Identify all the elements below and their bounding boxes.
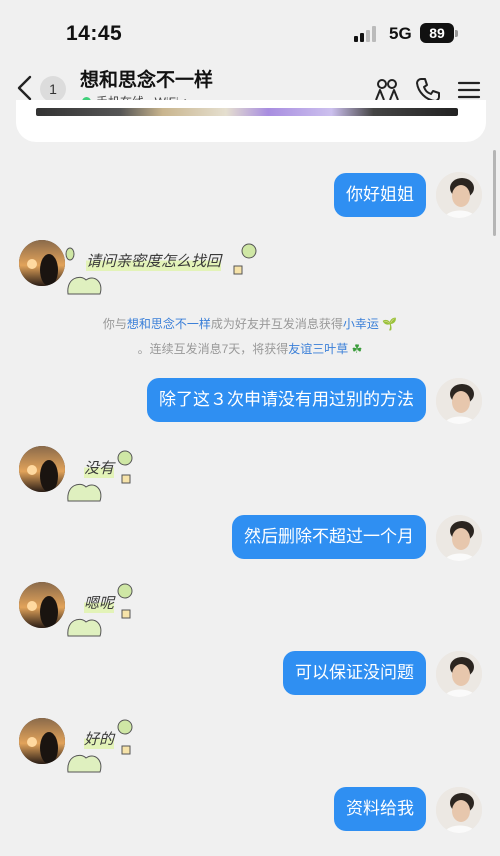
scrollbar[interactable] bbox=[493, 150, 496, 236]
avatar[interactable] bbox=[436, 651, 482, 697]
avatar[interactable] bbox=[19, 718, 65, 764]
pinned-media-thumbnails bbox=[36, 108, 458, 116]
avatar[interactable] bbox=[436, 515, 482, 561]
unread-count-badge[interactable]: 1 bbox=[40, 76, 66, 102]
clover-icon: ☘ bbox=[348, 342, 363, 356]
status-time: 14:45 bbox=[66, 22, 123, 45]
message-bubble-outgoing[interactable]: 你好姐姐 bbox=[334, 173, 426, 217]
avatar[interactable] bbox=[436, 172, 482, 218]
notice-name-link[interactable]: 想和思念不一样 bbox=[127, 317, 211, 331]
message-bubble-outgoing[interactable]: 除了这３次申请没有用过别的方法 bbox=[147, 378, 426, 422]
sticker-message[interactable]: 好的 bbox=[64, 716, 144, 776]
sticker-text: 没有 bbox=[84, 457, 115, 478]
sprout-icon: 🌱 bbox=[378, 317, 398, 331]
avatar[interactable] bbox=[436, 378, 482, 424]
sticker-text: 嗯呢 bbox=[84, 592, 115, 613]
sticker-message[interactable]: 请问亲密度怎么找回 bbox=[64, 238, 264, 298]
avatar[interactable] bbox=[19, 446, 65, 492]
network-type: 5G bbox=[389, 24, 412, 43]
sticker-text: 请问亲密度怎么找回 bbox=[86, 250, 222, 271]
signal-icon bbox=[354, 26, 380, 42]
notice-text: 你与 bbox=[102, 317, 127, 331]
chat-title[interactable]: 想和思念不一样 bbox=[80, 65, 213, 92]
message-bubble-outgoing[interactable]: 资料给我 bbox=[334, 787, 426, 831]
message-bubble-outgoing[interactable]: 可以保证没问题 bbox=[283, 651, 426, 695]
status-bar: 14:45 5G 89 bbox=[0, 0, 500, 60]
notice-badge-link[interactable]: 小幸运 bbox=[343, 317, 379, 331]
system-notice: 。连续互发消息7天，将获得友谊三叶草 ☘ bbox=[0, 340, 500, 357]
avatar[interactable] bbox=[19, 240, 65, 286]
notice-badge-link[interactable]: 友谊三叶草 bbox=[288, 342, 348, 356]
avatar[interactable] bbox=[19, 582, 65, 628]
back-icon[interactable] bbox=[14, 74, 38, 102]
notice-text: 成为好友并互发消息获得 bbox=[210, 317, 343, 331]
avatar[interactable] bbox=[436, 787, 482, 833]
battery-tip bbox=[455, 30, 458, 37]
message-bubble-outgoing[interactable]: 然后删除不超过一个月 bbox=[232, 515, 426, 559]
sticker-message[interactable]: 没有 bbox=[64, 445, 144, 505]
system-notice: 你与想和思念不一样成为好友并互发消息获得小幸运 🌱 bbox=[0, 315, 500, 332]
sticker-text: 好的 bbox=[84, 728, 115, 749]
sticker-message[interactable]: 嗯呢 bbox=[64, 580, 144, 640]
pinned-media-card[interactable] bbox=[16, 100, 486, 142]
battery-icon: 89 bbox=[420, 23, 454, 43]
notice-text: 。连续互发消息7天，将获得 bbox=[137, 342, 289, 356]
